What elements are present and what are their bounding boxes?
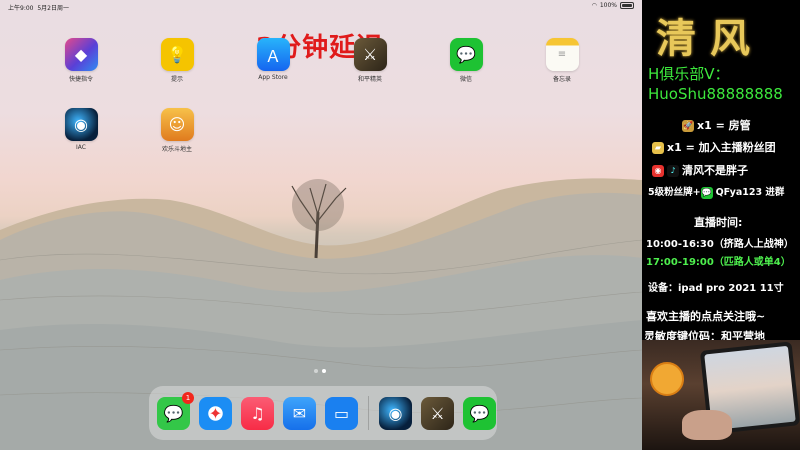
- wechat-icon[interactable]: 💬: [463, 396, 496, 430]
- ipad-home-screen: 上午9:00 5月2日周一 ◠ 100% 3分钟延迟 ◆ 快捷指令 💡 提示 Ａ…: [0, 0, 642, 450]
- wechat-icon: 💬: [700, 186, 713, 199]
- live-time-1: 10:00-16:30（挤路人上战神）: [646, 239, 794, 250]
- app-iac[interactable]: ◉ IAC: [51, 108, 111, 151]
- app-app-store[interactable]: Ａ App Store: [243, 38, 303, 81]
- device-line: 设备：ipad pro 2021 11寸: [648, 283, 784, 294]
- live-time-2: 17:00-19:00（匹路人或单4）: [646, 257, 791, 268]
- safari-icon[interactable]: ✦: [199, 396, 232, 430]
- page-indicator[interactable]: [314, 369, 326, 373]
- battery-icon: [620, 2, 634, 9]
- live-time-label: 直播时间:: [694, 216, 743, 229]
- lion-figure: [650, 362, 684, 396]
- app-peace-elite[interactable]: ⚔ 和平精英: [340, 38, 400, 83]
- tips-icon: 💡: [160, 38, 194, 71]
- shortcuts-icon: ◆: [64, 38, 98, 71]
- follow-line: 喜欢主播的点点关注哦~: [646, 310, 766, 323]
- dou-dizhu-icon: ☺: [160, 108, 194, 141]
- status-time: 上午9:00 5月2日周一: [8, 5, 69, 12]
- iac-icon[interactable]: ◉: [379, 396, 412, 430]
- club-id: HuoShu88888888: [648, 85, 783, 103]
- fan-group-line: 5级粉丝牌+💬 QFya123 进群: [648, 186, 785, 199]
- page-dot-current: [322, 369, 326, 373]
- streamer-webcam: [642, 340, 800, 450]
- messages-icon[interactable]: 💬 1: [157, 391, 194, 430]
- status-right: ◠ 100%: [592, 2, 634, 9]
- club-label: H俱乐部V：: [648, 65, 730, 83]
- iac-icon: ◉: [64, 108, 98, 141]
- weibo-icon: ◉: [652, 165, 664, 177]
- app-dou-dizhu[interactable]: ☺ 欢乐斗地主: [147, 108, 207, 153]
- app-wechat[interactable]: 💬 微信: [436, 38, 496, 83]
- dock-separator: [368, 396, 369, 430]
- peace-elite-icon: ⚔: [353, 38, 387, 71]
- battery-percent: 100%: [599, 2, 617, 9]
- notes-icon: ≡: [545, 38, 579, 71]
- gift-line: ▰ x1 = 加入主播粉丝团: [652, 139, 776, 155]
- app-store-icon: Ａ: [256, 38, 290, 71]
- page-dot: [314, 369, 318, 373]
- peace-elite-icon[interactable]: ⚔: [421, 396, 454, 430]
- wifi-icon: ◠: [591, 2, 597, 9]
- app-shortcuts[interactable]: ◆ 快捷指令: [51, 38, 111, 83]
- rocket-icon: 🚀: [682, 120, 694, 132]
- mail-icon[interactable]: ✉: [283, 396, 316, 430]
- tiktok-icon: ♪: [667, 165, 679, 177]
- weibo-line: ◉ ♪ 清风不是胖子: [652, 162, 748, 178]
- app-notes[interactable]: ≡ 备忘录: [532, 38, 592, 83]
- wechat-icon: 💬: [449, 38, 483, 71]
- gift-icon: ▰: [652, 142, 664, 154]
- streamer-name: 清风: [656, 15, 764, 62]
- notification-badge: 1: [182, 391, 194, 404]
- files-icon[interactable]: ▭: [325, 396, 358, 430]
- app-tips[interactable]: 💡 提示: [147, 38, 207, 83]
- dock: 💬 1 ✦ ♫ ✉ ▭ ◉ ⚔ 💬: [149, 386, 497, 440]
- rocket-line: 🚀 x1 = 房管: [682, 119, 751, 132]
- status-bar: 上午9:00 5月2日周一 ◠ 100%: [0, 0, 642, 12]
- hand: [682, 410, 732, 440]
- music-icon[interactable]: ♫: [241, 396, 274, 430]
- streamer-info-panel: 清风 H俱乐部V： HuoShu88888888 🚀 x1 = 房管 ▰ x1 = …: [642, 0, 800, 450]
